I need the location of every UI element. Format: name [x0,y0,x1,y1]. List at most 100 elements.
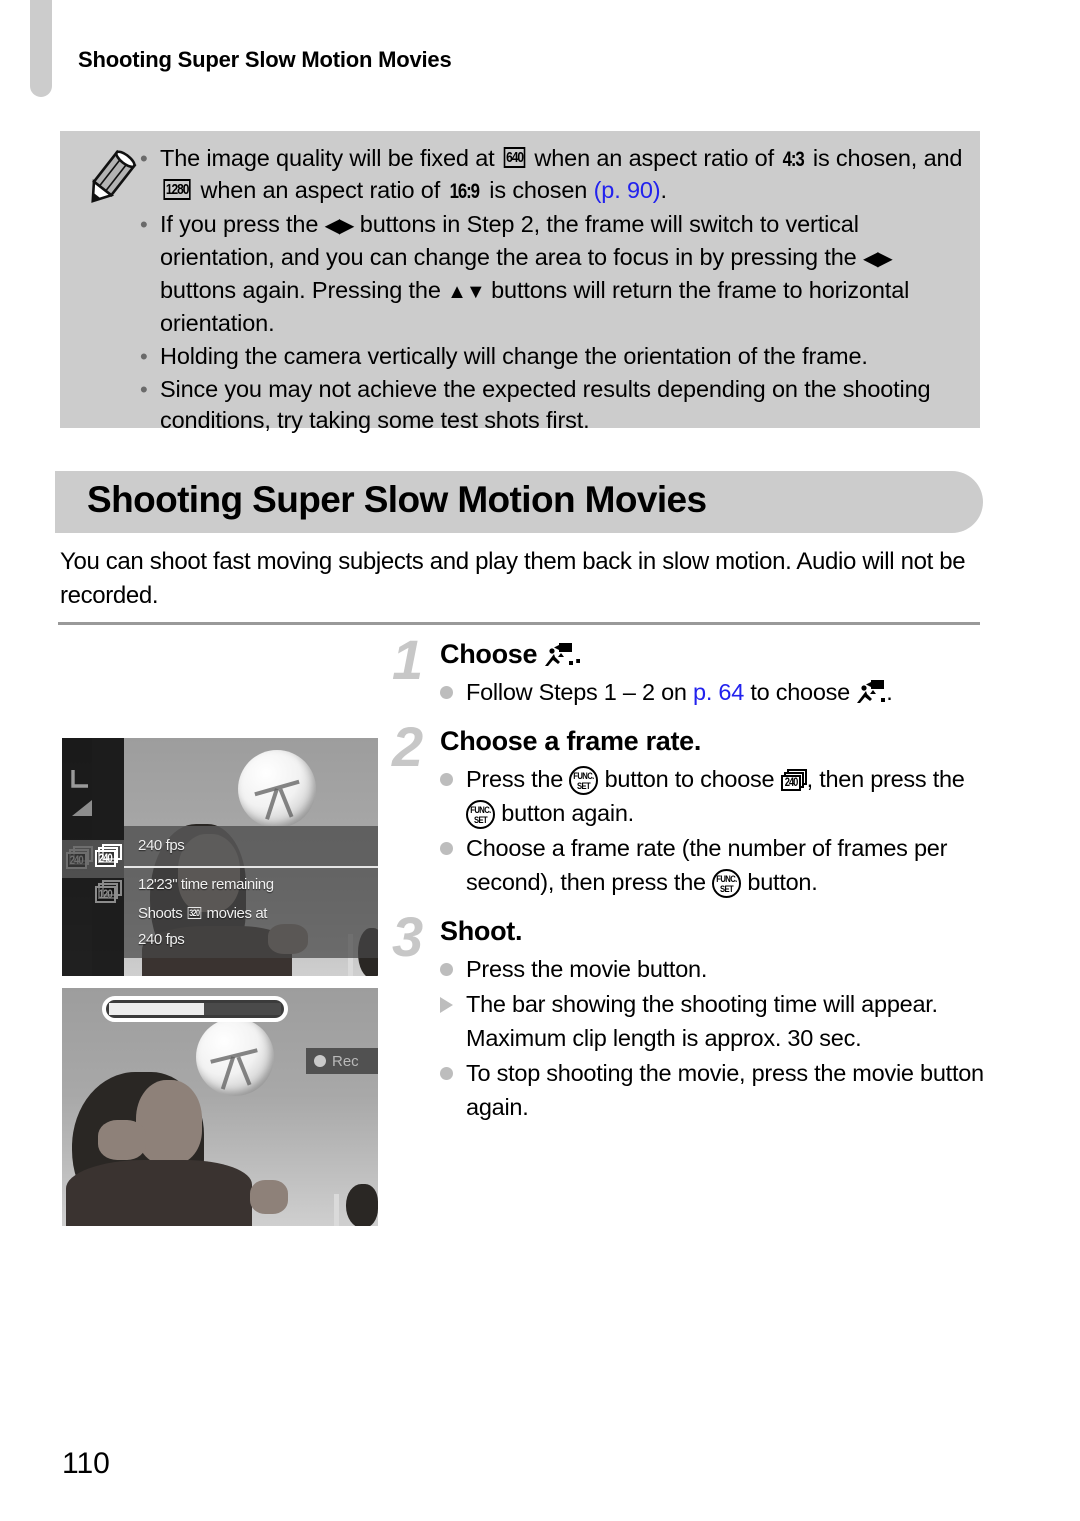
bullet-marker [440,831,466,855]
frame-rate-240-preview-icon: 240 [66,846,93,869]
step-bullet-item: The bar showing the shooting time will a… [440,987,992,1055]
dot-marker-icon [440,842,453,855]
step-bullet-item: Follow Steps 1 – 2 on p. 64 to choose . [440,675,992,709]
menu-time-remaining: 12'23" time remaining [138,876,274,893]
soccer-ball [238,750,316,828]
bullet-marker [440,675,466,699]
page-reference-link[interactable]: p. 64 [693,679,744,705]
menu-description-pre: Shoots [138,905,187,922]
step-number: 1 [392,628,424,691]
note-bullet: • [140,344,148,369]
image-size-l-icon [71,770,88,788]
rec-label: Rec [332,1052,359,1070]
step-1: 1 Choose . Follow Steps 1 – 2 on p. 64 to … [392,632,992,709]
step-body: Choose a frame rate. Press the FUNC. SET b… [440,723,992,899]
note-bullet: • [140,212,148,237]
dot-marker-icon [440,963,453,976]
menu-description-line1: Shoots 320 movies at [138,905,267,922]
menu-selected-value: 240 fps [138,837,185,854]
menu-description-line2: 240 fps [138,931,185,948]
frame-rate-240-option[interactable]: 240 [95,844,122,867]
dot-marker-icon [440,773,453,786]
notes-box: • The image quality will be fixed at 640 … [60,131,980,433]
step-body: Shoot. Press the movie button. The bar sho… [440,913,992,1124]
resolution-640-icon: 640 [503,147,526,169]
image-quality-icon [72,800,92,816]
note-text: If you press the ◀▶ buttons in Step 2, t… [160,211,910,336]
up-down-buttons-icon: ▲▼ [447,281,486,303]
background-post [334,1194,339,1226]
step-bullet-text: Press the FUNC. SET button to choose 240,… [466,762,992,830]
page-number: 110 [62,1447,110,1480]
bullet-marker [440,1056,466,1080]
aspect-ratio-16-9-icon: 16:9 [450,180,480,203]
step-bullet-text: Press the movie button. [466,956,708,982]
frame-rate-120-option[interactable]: 120 [95,880,122,903]
bullet-marker [440,762,466,786]
rec-dot-icon [314,1055,326,1067]
background-figure [346,1184,378,1226]
steps-list: 1 Choose . Follow Steps 1 – 2 on p. 64 to … [392,632,992,1138]
pencil-icon [91,149,137,203]
func-set-button-icon: FUNC. SET [712,869,742,898]
bullet-marker [440,987,466,1013]
step-bullet-item: Choose a frame rate (the number of frame… [440,831,992,899]
dot-marker-icon [440,686,453,699]
note-item: • The image quality will be fixed at 640 … [138,143,964,207]
recording-progress-fill [109,1003,204,1015]
triangle-marker-icon [440,997,453,1013]
note-item: • If you press the ◀▶ buttons in Step 2, … [138,209,964,339]
left-right-buttons-icon: ◀▶ [862,248,893,270]
step-number: 3 [392,905,424,968]
player-jersey [66,1160,252,1226]
frame-rate-menu-panel: 240 fps 12'23" time remaining Shoots 320… [124,826,378,958]
func-set-button-icon: FUNC. SET [466,800,495,829]
horizontal-separator [58,622,980,625]
note-text: Holding the camera vertically will chang… [160,343,868,369]
left-right-buttons-icon: ◀▶ [324,215,355,237]
rec-indicator: Rec [306,1048,378,1074]
chapter-edge-tab [30,0,52,97]
soccer-ball [196,1018,274,1096]
step-bullet-text: The bar showing the shooting time will a… [466,991,938,1051]
step-title: Choose . [440,639,582,669]
page-reference-link[interactable]: (p. 90) [594,177,661,203]
resolution-1280-icon: 1280 [163,179,191,201]
page-title: Shooting Super Slow Motion Movies [87,479,707,520]
recording-progress-bar [102,996,288,1022]
notes-list: • The image quality will be fixed at 640 … [138,143,964,438]
step-title: Shoot. [440,916,523,946]
step-bullet-item: Press the FUNC. SET button to choose 240,… [440,762,992,830]
note-text: Since you may not achieve the expected r… [160,376,931,433]
step-bullet-text: Follow Steps 1 – 2 on p. 64 to choose . [466,679,893,705]
step-number: 2 [392,715,424,778]
dot-marker-icon [440,1067,453,1080]
bullet-marker [440,952,466,976]
step-bullet-item: To stop shooting the movie, press the mo… [440,1056,992,1124]
step-2: 2 Choose a frame rate. Press the FUNC. SET … [392,719,992,899]
player-head [136,1080,202,1164]
player-arm-left [98,1120,146,1160]
step-3: 3 Shoot. Press the movie button. The bar sh… [392,909,992,1124]
step-bullet-item: Press the movie button. [440,952,992,986]
player-arm-right [250,1180,288,1214]
note-item: • Since you may not achieve the expected … [138,374,964,436]
step-bullet-text: Choose a frame rate (the number of frame… [466,831,992,899]
super-slow-motion-movie-icon [856,679,886,705]
step-title: Choose a frame rate. [440,726,702,756]
note-bullet: • [140,377,148,402]
running-header: Shooting Super Slow Motion Movies [78,47,452,72]
intro-paragraph: You can shoot fast moving subjects and p… [60,548,966,609]
note-bullet: • [140,146,148,171]
recording-progress-track [109,1003,281,1015]
frame-rate-240-icon: 240 [780,769,807,791]
note-text: The image quality will be fixed at 640 w… [160,143,964,207]
camera-screen-recording: Rec [62,988,378,1226]
super-slow-motion-movie-icon [544,641,574,667]
menu-description-mid: movies at [202,905,268,922]
camera-screen-frame-rate-menu: 240 240 120 240 fps 12'23" time remainin… [62,738,378,976]
resolution-320-icon: 320 [187,907,202,919]
section-heading-band: Shooting Super Slow Motion Movies [55,471,983,533]
aspect-ratio-4-3-icon: 4:3 [782,148,805,171]
step-body: Choose . Follow Steps 1 – 2 on p. 64 to c… [440,636,992,709]
